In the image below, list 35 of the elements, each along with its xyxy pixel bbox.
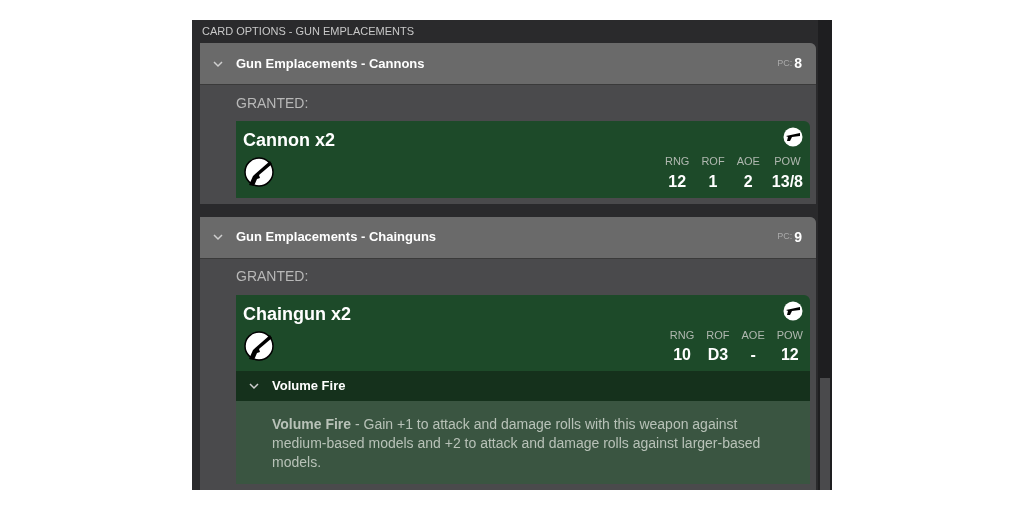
panel-title: CARD OPTIONS - GUN EMPLACEMENTS <box>201 24 416 40</box>
stat-value: 10 <box>673 345 691 365</box>
stat-value: - <box>750 345 756 365</box>
stat-label: ROF <box>701 154 725 169</box>
weapon-name: Chaingun x2 <box>243 302 352 326</box>
pc-label: PC: <box>777 230 793 244</box>
section-title: Gun Emplacements - Chainguns <box>236 228 438 247</box>
stat-label: POW <box>774 154 801 169</box>
gun-icon <box>783 300 803 321</box>
pc-label: PC: <box>777 56 793 70</box>
ability-title: Volume Fire <box>272 377 346 396</box>
stat-value: 1 <box>708 171 718 192</box>
stat-value: 13/8 <box>771 171 803 192</box>
stat-value: 12 <box>668 171 687 192</box>
stat-label: ROF <box>706 327 730 343</box>
section-title: Gun Emplacements - Cannons <box>236 54 426 73</box>
granted-label: GRANTED: <box>236 267 310 286</box>
pc-value: 8 <box>794 54 802 73</box>
pc-value: 9 <box>794 227 802 247</box>
gun-icon <box>783 127 803 147</box>
chevron-icon[interactable] <box>248 380 260 392</box>
stat-label: POW <box>776 327 803 343</box>
stat-label: RNG <box>664 154 690 169</box>
stat-value: 12 <box>780 345 799 365</box>
stat-label: AOE <box>741 327 765 343</box>
weapon-name: Cannon x2 <box>243 129 336 152</box>
ability-header[interactable]: Volume Fire <box>236 371 810 401</box>
stat-value: 2 <box>743 171 753 192</box>
granted-label: GRANTED: <box>236 93 310 113</box>
ability-description: Volume Fire - Gain +1 to attack and damage rolls with this weapon against medium-based models and +2 to attack and damage rolls against larger-based models. <box>272 415 762 472</box>
stat-value: D3 <box>707 345 729 365</box>
stat-label: AOE <box>736 154 760 169</box>
stat-label: RNG <box>669 327 695 343</box>
scrollbar[interactable] <box>818 20 832 490</box>
scrollbar-thumb[interactable] <box>820 378 830 490</box>
